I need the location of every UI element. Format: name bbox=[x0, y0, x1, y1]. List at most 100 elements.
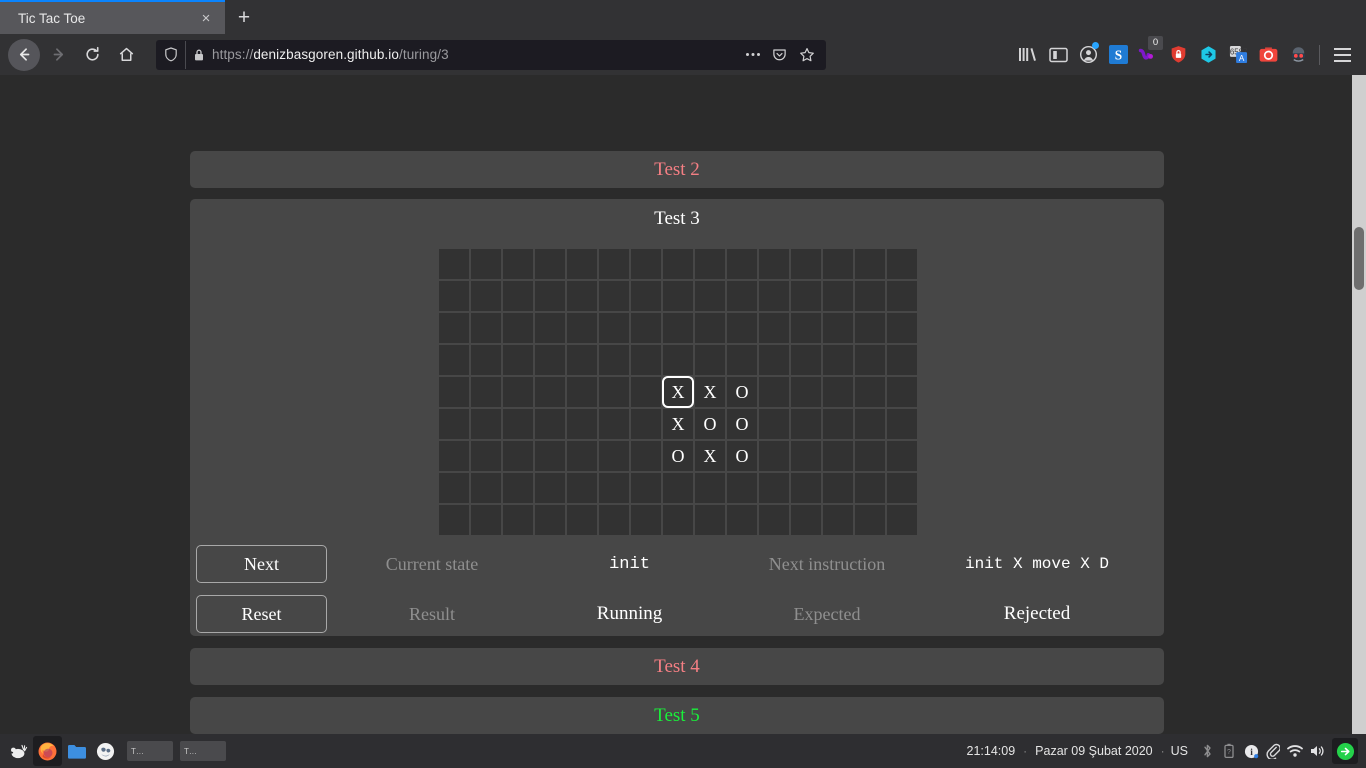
tape-cell[interactable] bbox=[758, 280, 790, 312]
tape-cell[interactable] bbox=[726, 344, 758, 376]
url-text[interactable]: https://denizbasgoren.github.io/turing/3 bbox=[212, 47, 739, 62]
tape-cell[interactable] bbox=[534, 376, 566, 408]
tape-cell[interactable] bbox=[822, 312, 854, 344]
test-panel-test-5[interactable]: Test 5 bbox=[190, 697, 1164, 734]
tape-cell[interactable] bbox=[534, 408, 566, 440]
tape-cell[interactable] bbox=[694, 248, 726, 280]
tape-cell[interactable] bbox=[886, 472, 918, 504]
tape-cell[interactable] bbox=[822, 376, 854, 408]
tape-cell[interactable] bbox=[566, 376, 598, 408]
tape-cell[interactable] bbox=[790, 376, 822, 408]
tape-cell[interactable] bbox=[662, 504, 694, 536]
tape-cell[interactable] bbox=[726, 504, 758, 536]
tape-cell[interactable] bbox=[822, 440, 854, 472]
tape-cell[interactable] bbox=[630, 504, 662, 536]
next-button[interactable]: Next bbox=[196, 545, 327, 583]
tape-cell[interactable] bbox=[886, 504, 918, 536]
battery-icon[interactable]: ? bbox=[1218, 739, 1240, 763]
privacy-badger-extension-icon[interactable] bbox=[1163, 39, 1193, 71]
tape-cell[interactable] bbox=[598, 408, 630, 440]
test-panel-test-4[interactable]: Test 4 bbox=[190, 648, 1164, 685]
tape-cell[interactable] bbox=[854, 344, 886, 376]
keyboard-layout-indicator[interactable]: US bbox=[1167, 744, 1196, 758]
tape-cell[interactable]: O bbox=[726, 408, 758, 440]
tape-cell[interactable] bbox=[822, 248, 854, 280]
tape-cell[interactable] bbox=[630, 408, 662, 440]
tape-cell[interactable] bbox=[790, 408, 822, 440]
tape-cell[interactable] bbox=[470, 472, 502, 504]
tape-cell[interactable] bbox=[726, 312, 758, 344]
diamond-extension-icon[interactable] bbox=[1193, 39, 1223, 71]
taskbar-window-1[interactable]: T… bbox=[127, 741, 173, 761]
taskbar-window-2[interactable]: T… bbox=[180, 741, 226, 761]
tape-cell[interactable] bbox=[790, 504, 822, 536]
violentmonkey-extension-icon[interactable]: 0 bbox=[1133, 39, 1163, 71]
tape-cell[interactable]: O bbox=[726, 376, 758, 408]
tape-cell[interactable] bbox=[438, 280, 470, 312]
tape-cell[interactable] bbox=[470, 440, 502, 472]
tape-cell[interactable] bbox=[502, 376, 534, 408]
tape-cell[interactable]: X bbox=[662, 408, 694, 440]
page-actions-icon[interactable] bbox=[739, 42, 766, 68]
tape-cell[interactable] bbox=[630, 376, 662, 408]
tape-cell[interactable] bbox=[694, 280, 726, 312]
translate-extension-icon[interactable]: \u6587A bbox=[1223, 39, 1253, 71]
tape-cell[interactable] bbox=[694, 472, 726, 504]
tape-cell[interactable]: O bbox=[694, 408, 726, 440]
tape-cell[interactable] bbox=[886, 248, 918, 280]
rodent-menu-icon[interactable] bbox=[4, 736, 33, 766]
back-arrow-icon[interactable] bbox=[8, 39, 40, 71]
tape-cell[interactable] bbox=[694, 504, 726, 536]
tape-cell[interactable] bbox=[566, 312, 598, 344]
tape-cell[interactable] bbox=[662, 280, 694, 312]
tape-cell[interactable] bbox=[790, 248, 822, 280]
tape-cell[interactable] bbox=[822, 504, 854, 536]
tape-cell[interactable] bbox=[438, 408, 470, 440]
gimp-icon[interactable] bbox=[91, 736, 120, 766]
tape-cell[interactable] bbox=[502, 440, 534, 472]
notification-icon[interactable]: i bbox=[1240, 739, 1262, 763]
tape-cell[interactable] bbox=[470, 376, 502, 408]
tape-cell[interactable] bbox=[758, 408, 790, 440]
tape-cell[interactable] bbox=[566, 248, 598, 280]
tape-cell[interactable] bbox=[758, 248, 790, 280]
tape-cell[interactable] bbox=[598, 248, 630, 280]
tape-cell[interactable] bbox=[758, 376, 790, 408]
volume-icon[interactable] bbox=[1306, 739, 1328, 763]
tape-cell[interactable] bbox=[726, 248, 758, 280]
tape-cell[interactable] bbox=[630, 248, 662, 280]
tape-cell[interactable] bbox=[598, 312, 630, 344]
tape-cell[interactable] bbox=[566, 408, 598, 440]
tape-cell[interactable] bbox=[822, 344, 854, 376]
tape-cell[interactable] bbox=[534, 312, 566, 344]
tape-cell[interactable] bbox=[758, 440, 790, 472]
tape-cell[interactable] bbox=[854, 280, 886, 312]
tape-cell[interactable] bbox=[886, 408, 918, 440]
tape-cell[interactable] bbox=[886, 280, 918, 312]
tape-cell[interactable] bbox=[438, 376, 470, 408]
forward-arrow-icon[interactable] bbox=[42, 39, 74, 71]
tape-cell[interactable]: O bbox=[662, 440, 694, 472]
new-tab-icon[interactable]: + bbox=[225, 0, 263, 34]
tape-cell[interactable] bbox=[470, 248, 502, 280]
tape-cell[interactable] bbox=[886, 440, 918, 472]
tape-cell[interactable] bbox=[438, 504, 470, 536]
tape-cell[interactable] bbox=[438, 344, 470, 376]
tape-cell[interactable] bbox=[630, 344, 662, 376]
tape-cell[interactable]: X bbox=[694, 440, 726, 472]
tape-cell[interactable] bbox=[438, 248, 470, 280]
tape-cell[interactable] bbox=[758, 472, 790, 504]
tape-cell[interactable] bbox=[694, 344, 726, 376]
file-manager-icon[interactable] bbox=[62, 736, 91, 766]
tape-cell[interactable] bbox=[822, 280, 854, 312]
tape-cell-head[interactable]: X bbox=[662, 376, 694, 408]
tape-cell[interactable] bbox=[534, 504, 566, 536]
tape-cell[interactable]: O bbox=[726, 440, 758, 472]
tape-cell[interactable] bbox=[886, 312, 918, 344]
tape-cell[interactable] bbox=[534, 344, 566, 376]
bookmark-star-icon[interactable] bbox=[793, 42, 820, 68]
tape-cell[interactable] bbox=[502, 248, 534, 280]
home-icon[interactable] bbox=[110, 39, 142, 71]
tape-cell[interactable] bbox=[726, 280, 758, 312]
tray-date[interactable]: Pazar 09 Şubat 2020 bbox=[1029, 744, 1158, 758]
